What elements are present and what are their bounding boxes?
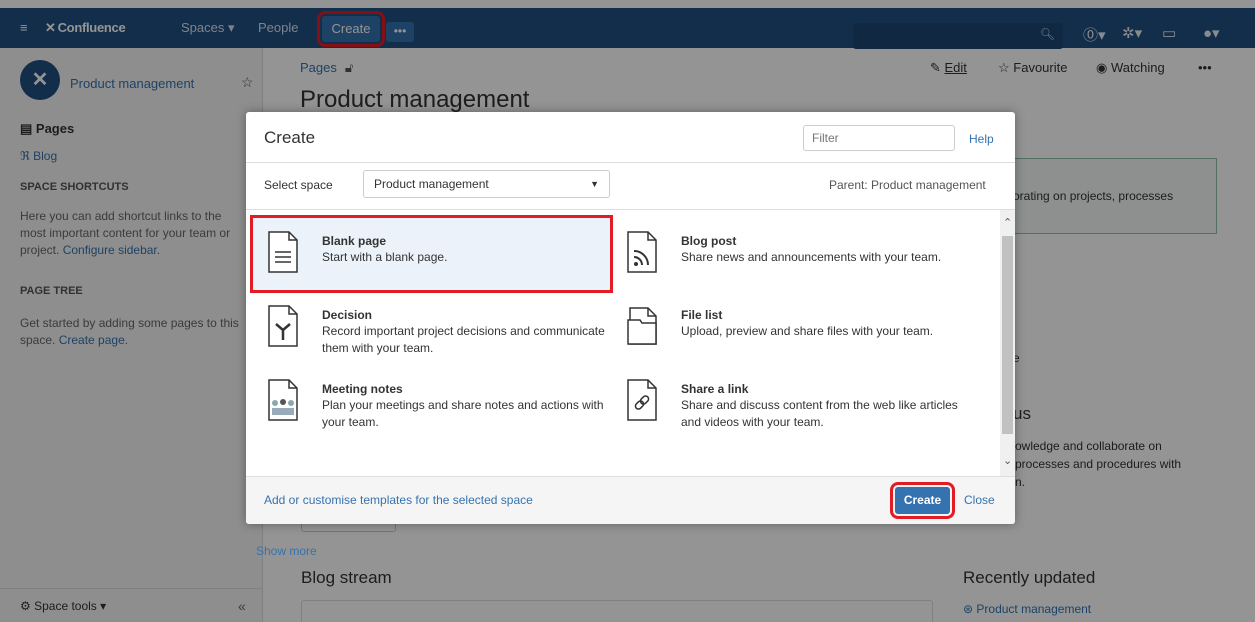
blueprint-share-link[interactable]: Share a link Share and discuss content f… <box>612 366 969 438</box>
blueprint-name: Meeting notes <box>322 382 403 396</box>
decision-icon <box>268 305 298 347</box>
blueprint-desc: Plan your meetings and share notes and a… <box>322 398 604 429</box>
divider <box>246 162 1015 163</box>
show-more-link[interactable]: Show more <box>256 544 317 558</box>
filter-input[interactable] <box>803 125 955 151</box>
blueprint-name: File list <box>681 308 723 322</box>
blueprint-blog-post[interactable]: Blog post Share news and announcements w… <box>612 218 969 290</box>
dialog-footer: Add or customise templates for the selec… <box>246 476 1015 524</box>
dialog-title: Create <box>264 128 316 147</box>
customise-templates-link[interactable]: Add or customise templates for the selec… <box>264 493 533 507</box>
close-button[interactable]: Close <box>964 493 995 507</box>
rss-icon <box>627 231 657 273</box>
blueprint-name: Blog post <box>681 234 737 248</box>
blueprint-name: Share a link <box>681 382 749 396</box>
create-dialog: Create Help Select space Product managem… <box>246 112 1015 558</box>
blueprint-list: Blank page Start with a blank page. Blog… <box>246 210 1000 558</box>
space-select[interactable]: Product management ▼ <box>363 170 610 198</box>
blueprint-desc: Share and discuss content from the web l… <box>681 398 958 429</box>
blueprint-desc: Upload, preview and share files with you… <box>681 324 934 338</box>
link-icon <box>627 379 657 421</box>
folder-icon <box>627 307 657 345</box>
create-button[interactable]: Create <box>890 482 955 519</box>
blueprint-decision[interactable]: Decision Record important project decisi… <box>253 292 610 364</box>
blueprint-name: Decision <box>322 308 373 322</box>
blueprint-desc: Record important project decisions and c… <box>322 324 605 355</box>
parent-label: Parent: Product management <box>829 178 986 192</box>
scroll-up-icon[interactable]: ⌃ <box>1003 216 1012 229</box>
blueprint-blank-page[interactable]: Blank page Start with a blank page. <box>250 215 613 293</box>
blueprint-name: Blank page <box>322 234 387 248</box>
blueprint-desc: Start with a blank page. <box>322 250 448 264</box>
document-icon <box>268 231 298 273</box>
blueprint-desc: Share news and announcements with your t… <box>681 250 942 264</box>
space-select-value: Product management <box>374 177 489 191</box>
meeting-icon <box>268 379 298 421</box>
blueprint-meeting-notes[interactable]: Meeting notes Plan your meetings and sha… <box>253 366 610 438</box>
scroll-down-icon[interactable]: ⌄ <box>1003 454 1012 467</box>
select-space-label: Select space <box>264 178 333 192</box>
scrollbar-thumb[interactable] <box>1002 236 1013 434</box>
chevron-down-icon: ▼ <box>590 179 599 189</box>
scrollbar[interactable]: ⌃ ⌄ <box>1000 210 1015 476</box>
blueprint-file-list[interactable]: File list Upload, preview and share file… <box>612 292 969 364</box>
help-link[interactable]: Help <box>969 132 994 146</box>
